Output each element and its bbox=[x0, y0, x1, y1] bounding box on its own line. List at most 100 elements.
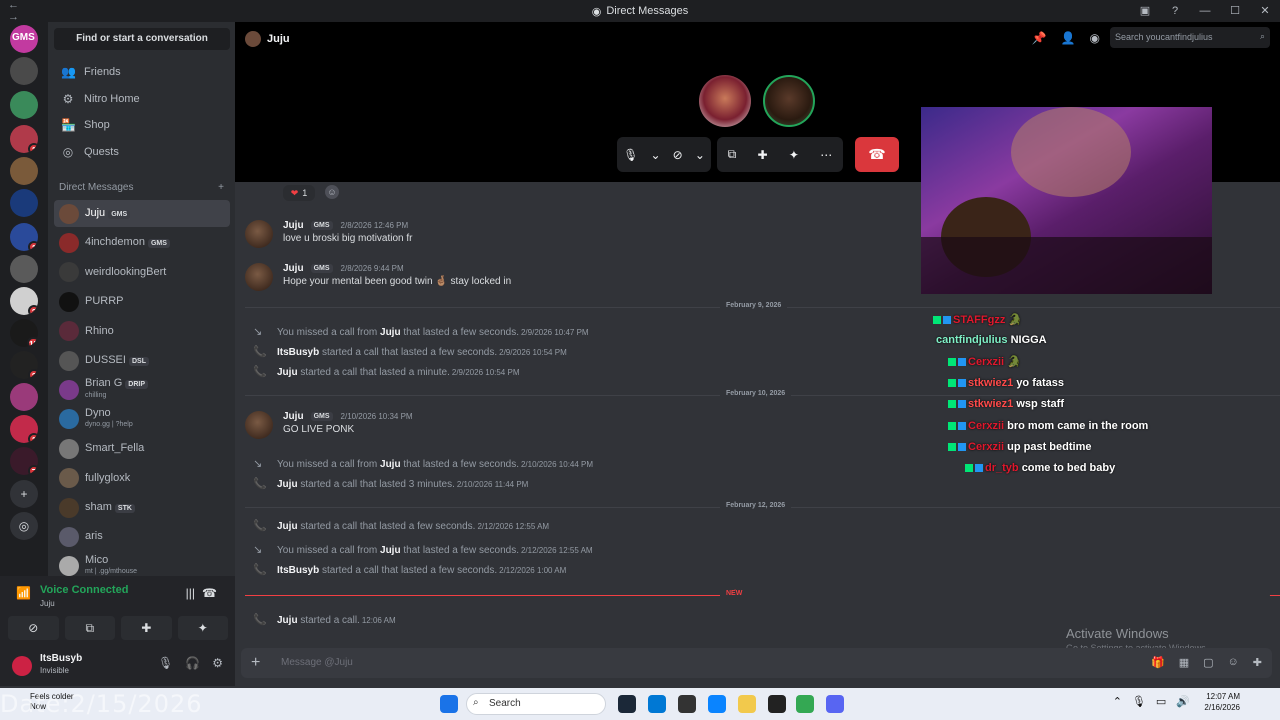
avatar[interactable] bbox=[245, 220, 273, 248]
close-button[interactable]: ✕ bbox=[1250, 0, 1280, 22]
headset-icon[interactable]: 🎧 bbox=[185, 656, 200, 670]
taskbar-search[interactable]: ⌕ Search bbox=[466, 693, 606, 715]
chevron-up-icon[interactable]: ⌃ bbox=[1113, 695, 1122, 708]
clock[interactable]: 12:07 AM 2/16/2026 bbox=[1204, 691, 1240, 713]
mic-icon[interactable]: 🎙 bbox=[158, 656, 173, 670]
server-icon[interactable] bbox=[10, 383, 38, 411]
dm-item[interactable]: PURRP bbox=[54, 288, 230, 315]
mic-icon[interactable]: 🎙 bbox=[623, 148, 638, 162]
hang-up-button[interactable]: ☎ bbox=[855, 137, 899, 172]
server-icon[interactable]: 2 bbox=[10, 351, 38, 379]
apps-icon[interactable]: ✚ bbox=[1253, 656, 1262, 669]
obs-icon[interactable] bbox=[768, 695, 786, 713]
user-avatar[interactable] bbox=[12, 656, 32, 676]
server-icon[interactable]: 15 bbox=[10, 319, 38, 347]
camera-off-icon[interactable]: ⊘ bbox=[673, 148, 683, 162]
nav-item-quests[interactable]: ◎ Quests bbox=[54, 140, 230, 164]
dm-item[interactable]: weirdlookingBert bbox=[54, 259, 230, 286]
app-icon[interactable] bbox=[648, 695, 666, 713]
nav-item-nitro-home[interactable]: ⚙ Nitro Home bbox=[54, 87, 230, 111]
server-icon[interactable]: GMS bbox=[10, 25, 38, 53]
chevron-down-icon[interactable]: ⌄ bbox=[695, 148, 705, 162]
user-name[interactable]: ItsBusyb bbox=[40, 653, 82, 664]
camera-off-button[interactable]: ⊘ bbox=[8, 616, 59, 640]
chrome-icon[interactable] bbox=[796, 695, 814, 713]
reaction[interactable]: ❤ 1 bbox=[283, 185, 315, 201]
find-conversation-button[interactable]: Find or start a conversation bbox=[54, 28, 230, 50]
message-author[interactable]: Juju bbox=[283, 263, 304, 274]
soundboard-button[interactable]: ✦ bbox=[177, 616, 228, 640]
add-friends-icon[interactable]: 👤 bbox=[1061, 31, 1076, 45]
volume-icon[interactable]: 🔊 bbox=[1176, 695, 1190, 708]
call-user[interactable]: ItsBusyb bbox=[277, 347, 319, 358]
call-user[interactable]: Juju bbox=[277, 615, 298, 626]
avatar[interactable] bbox=[245, 411, 273, 439]
nav-item-shop[interactable]: 🏪 Shop bbox=[54, 113, 230, 137]
dm-item[interactable]: Dyno dyno.gg | ?help bbox=[54, 406, 230, 433]
mic-icon[interactable]: 🎙 bbox=[1132, 695, 1146, 708]
server-icon[interactable]: 1 bbox=[10, 223, 38, 251]
more-icon[interactable]: ⋯ bbox=[820, 148, 832, 162]
call-user[interactable]: ItsBusyb bbox=[277, 565, 319, 576]
soundboard-icon[interactable]: ✦ bbox=[789, 148, 799, 162]
call-user[interactable]: Juju bbox=[277, 521, 298, 532]
create-dm-button[interactable]: + bbox=[218, 182, 224, 193]
activities-icon[interactable]: ✚ bbox=[758, 148, 768, 162]
nav-item-friends[interactable]: 👥 Friends bbox=[54, 60, 230, 84]
call-user[interactable]: Juju bbox=[380, 327, 401, 338]
call-participant-avatar[interactable] bbox=[699, 75, 751, 127]
epic-games-icon[interactable] bbox=[678, 695, 696, 713]
message-author[interactable]: Juju bbox=[283, 220, 304, 231]
noise-suppression-icon[interactable]: ||| bbox=[186, 586, 195, 600]
emoji-icon[interactable]: ☺ bbox=[1228, 656, 1239, 669]
server-icon[interactable]: 7 bbox=[10, 447, 38, 475]
profile-icon[interactable]: ◉ bbox=[1090, 31, 1100, 45]
dm-item[interactable]: fullygloxk bbox=[54, 465, 230, 492]
dm-item[interactable]: Smart_Fella bbox=[54, 435, 230, 462]
dm-item[interactable]: Rhino bbox=[54, 318, 230, 345]
sticker-icon[interactable]: ▢ bbox=[1203, 656, 1213, 669]
gif-icon[interactable]: ▦ bbox=[1179, 656, 1189, 669]
inbox-icon[interactable]: ▣ bbox=[1130, 0, 1160, 22]
call-participant-avatar-speaking[interactable] bbox=[763, 75, 815, 127]
server-icon[interactable] bbox=[10, 255, 38, 283]
server-icon[interactable] bbox=[10, 189, 38, 217]
message-author[interactable]: Juju bbox=[283, 411, 304, 422]
file-explorer-icon[interactable] bbox=[738, 695, 756, 713]
server-icon[interactable]: 1 bbox=[10, 125, 38, 153]
call-user[interactable]: Juju bbox=[277, 367, 298, 378]
add-server-button[interactable]: + bbox=[10, 480, 38, 508]
avatar[interactable] bbox=[245, 263, 273, 291]
display-icon[interactable]: ▭ bbox=[1156, 695, 1166, 708]
search-input[interactable]: Search youcantfindjulius ⌕ bbox=[1110, 27, 1270, 48]
server-icon[interactable] bbox=[10, 157, 38, 185]
server-icon[interactable] bbox=[10, 91, 38, 119]
dm-item[interactable]: Brian G DRIP chilling bbox=[54, 376, 230, 403]
settings-icon[interactable]: ⚙ bbox=[212, 656, 223, 670]
chevron-down-icon[interactable]: ⌄ bbox=[650, 148, 660, 162]
server-icon[interactable]: 1 bbox=[10, 415, 38, 443]
maximize-button[interactable]: ☐ bbox=[1220, 0, 1250, 22]
store-icon[interactable] bbox=[708, 695, 726, 713]
server-icon[interactable] bbox=[10, 57, 38, 85]
dm-item[interactable]: DUSSEI DSL bbox=[54, 347, 230, 374]
activities-button[interactable]: ✚ bbox=[121, 616, 172, 640]
call-user[interactable]: Juju bbox=[380, 545, 401, 556]
gift-icon[interactable]: 🎁 bbox=[1151, 656, 1165, 669]
dm-item[interactable]: Juju GMS bbox=[54, 200, 230, 227]
dm-item[interactable]: sham STK bbox=[54, 494, 230, 521]
dm-item[interactable]: 4inchdemon GMS bbox=[54, 229, 230, 256]
call-user[interactable]: Juju bbox=[380, 459, 401, 470]
call-user[interactable]: Juju bbox=[277, 479, 298, 490]
start-icon[interactable] bbox=[440, 695, 458, 713]
discord-icon[interactable] bbox=[826, 695, 844, 713]
disconnect-icon[interactable]: ☎ bbox=[202, 586, 217, 600]
screen-share-button[interactable]: ⧉ bbox=[64, 616, 115, 640]
voice-status[interactable]: Voice Connected bbox=[40, 584, 128, 596]
discover-icon[interactable]: ◎ bbox=[10, 512, 38, 540]
server-icon[interactable]: 2 bbox=[10, 287, 38, 315]
dm-item[interactable]: aris bbox=[54, 523, 230, 550]
pin-icon[interactable]: 📌 bbox=[1032, 31, 1047, 45]
add-reaction-icon[interactable]: ☺ bbox=[325, 185, 339, 199]
steam-icon[interactable] bbox=[618, 695, 636, 713]
